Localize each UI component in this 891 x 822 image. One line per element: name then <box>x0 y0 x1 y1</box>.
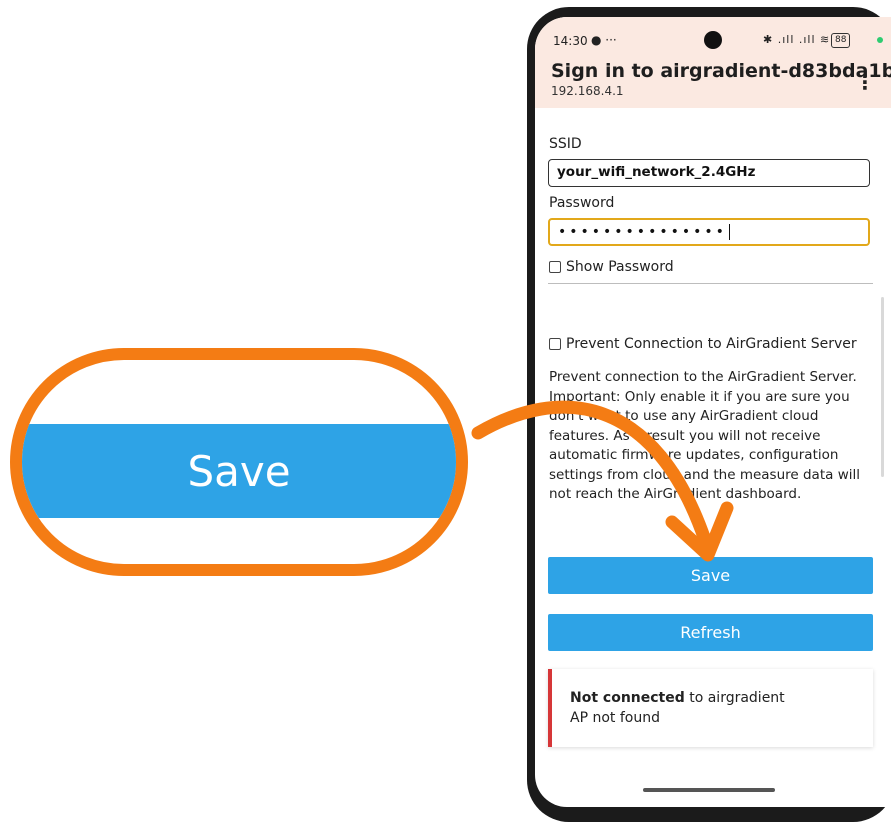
camera-cutout-icon <box>704 31 722 49</box>
scrollbar[interactable] <box>881 297 884 477</box>
password-label: Password <box>549 195 615 211</box>
refresh-button[interactable]: Refresh <box>548 614 873 651</box>
show-password-checkbox[interactable] <box>549 261 561 273</box>
prevent-connection-checkbox[interactable] <box>549 338 561 350</box>
save-button[interactable]: Save <box>548 557 873 594</box>
more-menu-icon[interactable]: ⋮ <box>855 73 875 93</box>
zoomed-refresh-edge <box>22 566 456 576</box>
password-value: ••••••••••••••• <box>558 224 727 240</box>
password-input[interactable]: ••••••••••••••• <box>548 218 870 246</box>
battery-icon: 88 <box>831 33 851 48</box>
page-title: Sign in to airgradient-d83bda1b... <box>551 60 891 82</box>
status-time: 14:30 <box>553 34 588 48</box>
prevent-connection-description: Prevent connection to the AirGradient Se… <box>549 369 860 502</box>
notification-icons: ● ··· <box>591 33 617 47</box>
prevent-connection-row[interactable]: Prevent Connection to AirGradient Server <box>549 336 857 352</box>
home-indicator[interactable] <box>643 788 775 792</box>
text-caret <box>728 224 730 240</box>
show-password-row[interactable]: Show Password <box>549 259 674 275</box>
prevent-connection-label: Prevent Connection to AirGradient Server <box>566 336 857 352</box>
status-line: Not connected to airgradient <box>570 690 785 706</box>
show-password-label: Show Password <box>566 259 674 275</box>
ssid-label: SSID <box>549 136 582 152</box>
divider <box>548 283 873 284</box>
status-target: to airgradient <box>684 690 785 706</box>
ssid-input[interactable]: your_wifi_network_2.4GHz <box>548 159 870 187</box>
connection-status-card: Not connected to airgradient AP not foun… <box>548 669 873 747</box>
zoomed-save-button: Save <box>22 424 456 518</box>
page-url: 192.168.4.1 <box>551 84 624 98</box>
status-detail: AP not found <box>570 710 660 726</box>
status-state: Not connected <box>570 690 685 706</box>
zoom-callout: Save <box>10 348 468 576</box>
captive-portal-header: 14:30 ● ··· ✱ .ıll .ıll ≋ 88 Sign in to … <box>535 17 891 108</box>
signal-wifi-icons: ✱ .ıll .ıll ≋ <box>763 33 831 46</box>
phone-screen: 14:30 ● ··· ✱ .ıll .ıll ≋ 88 Sign in to … <box>535 17 891 807</box>
green-dot-icon <box>877 37 883 43</box>
